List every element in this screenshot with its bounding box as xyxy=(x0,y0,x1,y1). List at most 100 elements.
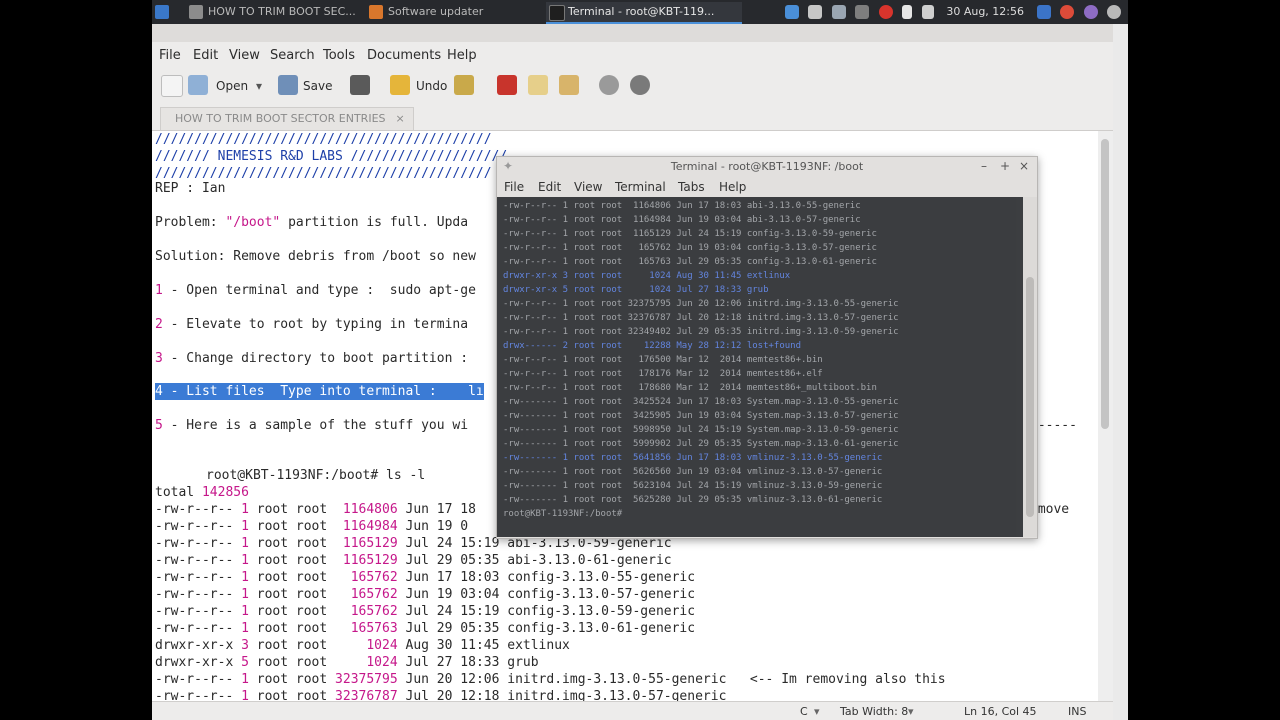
terminal-icon xyxy=(549,5,565,21)
step-number: 4 xyxy=(155,384,163,399)
paste-icon[interactable] xyxy=(559,75,579,95)
display-icon[interactable] xyxy=(855,5,870,19)
terminal-menu-file[interactable]: File xyxy=(504,180,524,194)
terminal-scrollbar[interactable] xyxy=(1023,197,1037,537)
terminal-line: -rw-r--r-- 1 root root 32349402 Jul 29 0… xyxy=(503,327,899,337)
chevron-down-icon[interactable]: ▾ xyxy=(814,705,820,718)
replace-icon[interactable] xyxy=(630,75,650,95)
step-text: - Open terminal and type : sudo apt-ge xyxy=(162,283,476,298)
document-tabbar: HOW TO TRIM BOOT SECTOR ENTRIES × xyxy=(152,104,1113,131)
editor-toolbar: Open ▾ Save Undo xyxy=(152,70,1113,102)
user-icon[interactable] xyxy=(1036,5,1051,19)
terminal-title: Terminal - root@KBT-1193NF: /boot xyxy=(670,160,864,173)
menu-documents[interactable]: Documents xyxy=(367,48,441,63)
chat-icon[interactable] xyxy=(831,5,846,19)
terminal-line: -rw-r--r-- 1 root root 32376787 Jul 20 1… xyxy=(503,313,899,323)
cut-icon[interactable] xyxy=(497,75,517,95)
listing-row: -rw-r--r-- 1 root root 1164984 Jun 19 0 xyxy=(155,519,469,534)
menu-icon xyxy=(155,5,169,19)
step-text: - Change directory to boot partition : xyxy=(162,351,469,366)
search-icon[interactable] xyxy=(599,75,619,95)
power-icon[interactable] xyxy=(902,5,913,19)
problem-label: Problem: xyxy=(155,215,226,230)
undo-button[interactable]: Undo xyxy=(416,74,447,98)
rep-line: REP : Ian xyxy=(155,181,226,196)
maximize-icon[interactable]: + xyxy=(1000,159,1010,173)
close-icon[interactable]: × xyxy=(396,112,405,125)
menu-view[interactable]: View xyxy=(229,48,260,63)
listing-row: -rw-r--r-- 1 root root 165762 Jul 24 15:… xyxy=(155,604,696,619)
app-icon[interactable] xyxy=(1083,5,1098,19)
cursor-position: Ln 16, Col 45 xyxy=(964,705,1037,718)
task-terminal[interactable]: Terminal - root@KBT-119... xyxy=(546,2,742,24)
step-number: 1 xyxy=(155,283,163,298)
menu-tools[interactable]: Tools xyxy=(323,48,355,63)
problem-path: "/boot" xyxy=(225,215,281,230)
editor-statusbar: C ▾ Tab Width: 8 ▾ Ln 16, Col 45 INS xyxy=(152,701,1113,720)
problem-line: Problem: "/boot" partition is full. Upda xyxy=(155,214,468,231)
editor-scrollbar-thumb[interactable] xyxy=(1101,139,1109,429)
open-button[interactable]: Open xyxy=(216,74,248,98)
terminal-line: -rw-r--r-- 1 root root 178680 Mar 12 201… xyxy=(503,383,877,393)
terminal-menu-edit[interactable]: Edit xyxy=(538,180,561,194)
task-gedit[interactable]: HOW TO TRIM BOOT SEC... xyxy=(186,2,380,22)
open-folder-icon[interactable] xyxy=(188,75,208,95)
menu-button[interactable] xyxy=(152,2,174,22)
language-selector[interactable]: C xyxy=(800,705,808,718)
tab-label: HOW TO TRIM BOOT SECTOR ENTRIES xyxy=(175,112,386,125)
desktop: HOW TO TRIM BOOT SEC... Software updater… xyxy=(152,0,1128,720)
terminal-line: -rw-r--r-- 1 root root 165763 Jul 29 05:… xyxy=(503,257,877,267)
browser-icon[interactable] xyxy=(1060,5,1074,19)
task-label: HOW TO TRIM BOOT SEC... xyxy=(208,5,356,18)
stop-icon[interactable] xyxy=(878,5,893,19)
terminal-menu-tabs[interactable]: Tabs xyxy=(678,180,705,194)
tab-width-selector[interactable]: Tab Width: 8 xyxy=(840,705,908,718)
terminal-line: -rw------- 1 root root 5641856 Jun 17 18… xyxy=(503,453,883,463)
new-document-icon[interactable] xyxy=(161,75,183,97)
menu-search[interactable]: Search xyxy=(270,48,315,63)
selected-step-line: 4 - List files Type into terminal : lı xyxy=(155,383,484,400)
menu-help[interactable]: Help xyxy=(447,48,477,63)
print-icon[interactable] xyxy=(350,75,370,95)
task-software-updater[interactable]: Software updater xyxy=(366,2,558,22)
step-text: - Here is a sample of the stuff you wi xyxy=(162,418,469,433)
listing-row: -rw-r--r-- 1 root root 165762 Jun 19 03:… xyxy=(155,587,696,602)
tab-document[interactable]: HOW TO TRIM BOOT SECTOR ENTRIES × xyxy=(160,107,414,130)
clock[interactable]: 30 Aug, 12:56 xyxy=(946,2,1024,22)
terminal-menu-view[interactable]: View xyxy=(574,180,602,194)
terminal-menubar: File Edit View Terminal Tabs Help xyxy=(497,179,1037,197)
window-menu-icon[interactable]: ✦ xyxy=(503,159,513,173)
redo-icon[interactable] xyxy=(454,75,474,95)
close-icon[interactable]: × xyxy=(1019,159,1029,173)
step-number: 5 xyxy=(155,418,163,433)
open-dropdown-icon[interactable]: ▾ xyxy=(256,74,262,98)
editor-title-bar xyxy=(152,24,1113,42)
terminal-menu-terminal[interactable]: Terminal xyxy=(615,180,666,194)
header-line: ////////////////////////////////////////… xyxy=(155,132,492,147)
volume-icon[interactable] xyxy=(921,5,934,19)
menu-file[interactable]: File xyxy=(159,48,181,63)
save-button[interactable]: Save xyxy=(303,74,332,98)
save-icon[interactable] xyxy=(278,75,298,95)
editor-scrollbar[interactable] xyxy=(1098,131,1113,701)
terminal-line: -rw-r--r-- 1 root root 1165129 Jul 24 15… xyxy=(503,229,877,239)
copy-icon[interactable] xyxy=(528,75,548,95)
transfer-icon[interactable] xyxy=(808,5,823,19)
terminal-menu-help[interactable]: Help xyxy=(719,180,746,194)
network-manager-icon[interactable] xyxy=(784,5,799,19)
terminal-line: -rw-r--r-- 1 root root 165762 Jun 19 03:… xyxy=(503,243,877,253)
problem-text: partition is full. Upda xyxy=(280,215,469,230)
terminal-output[interactable]: -rw-r--r-- 1 root root 1164806 Jun 17 18… xyxy=(497,197,1023,537)
terminal-scrollbar-thumb[interactable] xyxy=(1026,277,1034,517)
total-value: 142856 xyxy=(201,485,249,500)
total-line: total 142856 xyxy=(155,484,249,501)
step-line: 2 - Elevate to root by typing in termina xyxy=(155,316,468,333)
session-icon[interactable] xyxy=(1107,5,1121,19)
listing-row: drwxr-xr-x 5 root root 1024 Jul 27 18:33… xyxy=(155,655,539,670)
chevron-down-icon[interactable]: ▾ xyxy=(908,705,914,718)
step-line: 1 - Open terminal and type : sudo apt-ge xyxy=(155,282,476,299)
menu-edit[interactable]: Edit xyxy=(193,48,218,63)
step-line: 3 - Change directory to boot partition : xyxy=(155,350,468,367)
undo-icon[interactable] xyxy=(390,75,410,95)
minimize-icon[interactable]: – xyxy=(981,159,987,173)
